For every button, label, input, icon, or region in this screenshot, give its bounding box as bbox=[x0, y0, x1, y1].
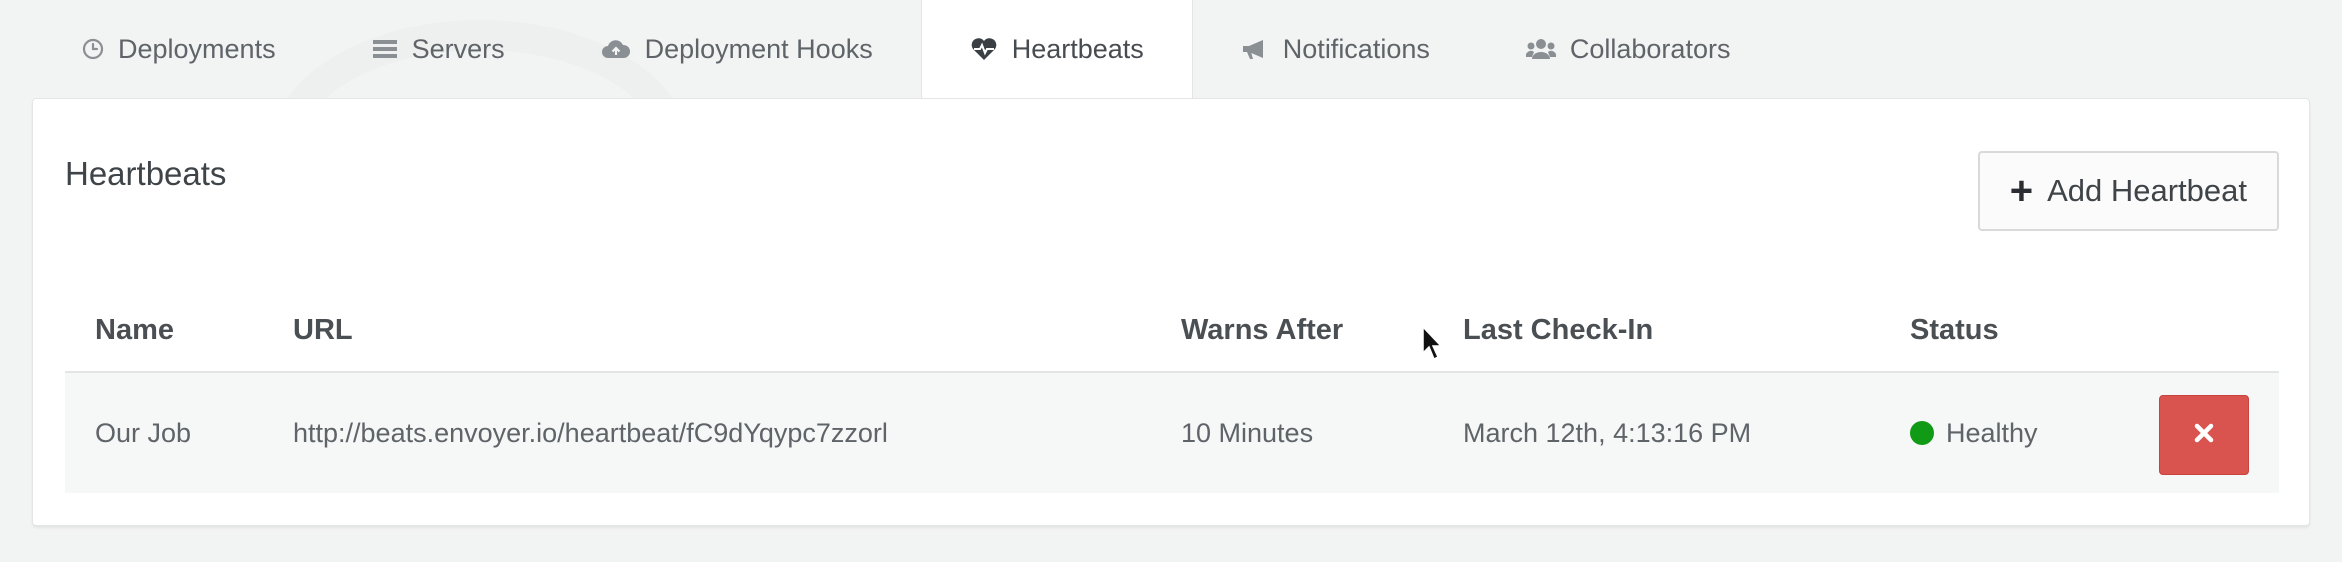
status-dot-icon bbox=[1910, 421, 1934, 445]
tab-label: Servers bbox=[411, 33, 505, 64]
tab-label: Collaborators bbox=[1569, 33, 1731, 64]
mouse-pointer-icon bbox=[1422, 325, 1444, 367]
tab-deployments[interactable]: Deployments bbox=[32, 0, 324, 98]
users-icon bbox=[1525, 38, 1556, 60]
tab-deployment-hooks[interactable]: Deployment Hooks bbox=[553, 0, 921, 98]
tab-label: Heartbeats bbox=[1011, 33, 1144, 64]
status-badge: Healthy bbox=[1910, 418, 2038, 449]
tab-bar: Deployments Servers Deployment Hooks Hea… bbox=[32, 0, 1778, 98]
tab-label: Deployments bbox=[118, 33, 276, 64]
tab-servers[interactable]: Servers bbox=[324, 0, 553, 98]
column-header-warns-after: Warns After bbox=[1181, 313, 1344, 346]
heartbeat-name: Our Job bbox=[95, 417, 192, 448]
close-icon bbox=[2193, 420, 2215, 451]
tab-notifications[interactable]: Notifications bbox=[1193, 0, 1478, 98]
column-header-last-check-in: Last Check-In bbox=[1463, 313, 1654, 346]
add-heartbeat-label: Add Heartbeat bbox=[2047, 173, 2247, 208]
megaphone-icon bbox=[1241, 38, 1269, 60]
tab-label: Deployment Hooks bbox=[644, 33, 873, 64]
add-heartbeat-button[interactable]: + Add Heartbeat bbox=[1977, 151, 2279, 231]
heartbeats-panel: Heartbeats + Add Heartbeat Name URL Warn… bbox=[32, 98, 2310, 526]
column-header-status: Status bbox=[1910, 313, 1999, 346]
table-row: Our Job http://beats.envoyer.io/heartbea… bbox=[65, 373, 2279, 493]
panel-title: Heartbeats bbox=[65, 155, 227, 192]
tab-heartbeats[interactable]: Heartbeats bbox=[920, 0, 1193, 98]
plus-icon: + bbox=[2009, 169, 2034, 213]
heartbeat-url[interactable]: http://beats.envoyer.io/heartbeat/fC9dYq… bbox=[293, 418, 888, 449]
clock-icon bbox=[82, 38, 104, 60]
tab-label: Notifications bbox=[1282, 33, 1430, 64]
column-header-name: Name bbox=[95, 313, 174, 346]
table-header-row: Name URL Warns After Last Check-In Statu… bbox=[65, 289, 2279, 373]
column-header-url: URL bbox=[293, 313, 353, 346]
heartbeat-icon bbox=[970, 37, 998, 61]
cloud-upload-icon bbox=[601, 38, 631, 60]
server-list-icon bbox=[372, 38, 398, 60]
delete-heartbeat-button[interactable] bbox=[2159, 395, 2249, 475]
heartbeat-last-check-in: March 12th, 4:13:16 PM bbox=[1463, 417, 1752, 448]
status-text: Healthy bbox=[1946, 417, 2038, 448]
tab-collaborators[interactable]: Collaborators bbox=[1478, 0, 1779, 98]
heartbeats-table: Name URL Warns After Last Check-In Statu… bbox=[65, 289, 2279, 493]
heartbeat-warns-after: 10 Minutes bbox=[1181, 417, 1314, 448]
